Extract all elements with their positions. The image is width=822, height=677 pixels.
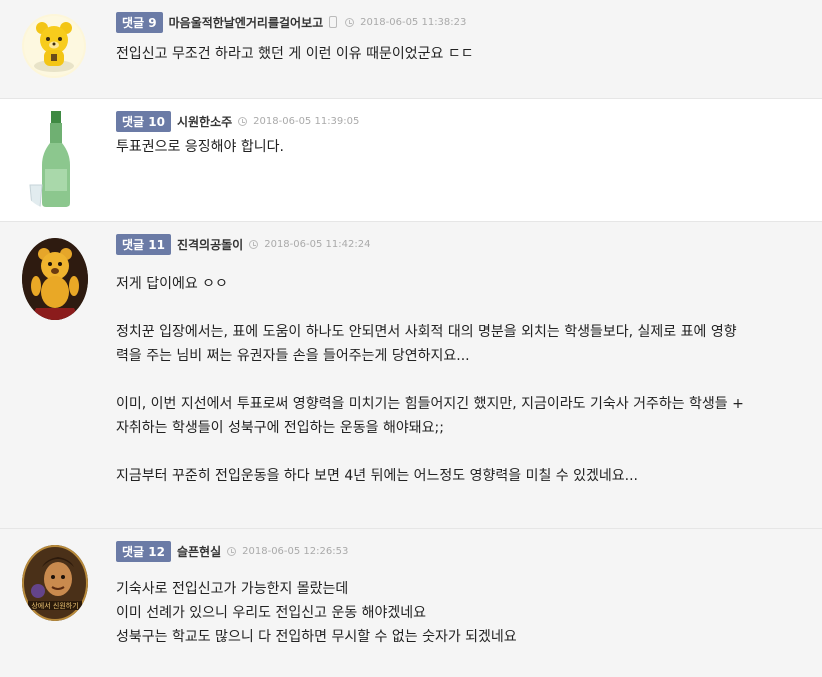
- comment-text: 저게 답이에요 ㅇㅇ: [116, 276, 228, 292]
- comment-number-badge: 댓글 11: [116, 233, 171, 255]
- comment-number-badge: 댓글 10: [116, 110, 171, 132]
- clock-icon: [238, 116, 248, 126]
- comment-body: 기숙사로 전입신고가 가능한지 몰랐는데 이미 선례가 있으니 우리도 전입신고…: [116, 577, 802, 649]
- author-name[interactable]: 시원한소주: [177, 113, 232, 130]
- comment-text: 지금부터 꾸준히 전입운동을 하다 보면 4년 뒤에는 어느정도 영향력을 미칠…: [116, 468, 639, 484]
- comment-text: 이미 선례가 있으니 우리도 전입신고 운동 해야겠네요: [116, 605, 427, 621]
- bear-figure-avatar[interactable]: [22, 238, 88, 320]
- comment-item: 댓글 11 진격의공돌이 2018-06-05 11:42:24 저게 답이에요…: [0, 222, 822, 529]
- author-name[interactable]: 슬픈현실: [177, 543, 221, 560]
- comment-text: 기숙사로 전입신고가 가능한지 몰랐는데: [116, 581, 349, 597]
- comment-timestamp: 2018-06-05 11:39:05: [253, 115, 360, 127]
- comment-body: 저게 답이에요 ㅇㅇ 정치꾼 입장에서는, 표에 도움이 하나도 안되면서 사회…: [116, 272, 802, 488]
- comment-number-badge: 댓글 9: [116, 11, 163, 33]
- comment-item: 상에서 신원하기 댓글 12 슬픈현실 2018-06-05 12:26:53 …: [0, 529, 822, 677]
- comment-meta: 댓글 12 슬픈현실 2018-06-05 12:26:53: [116, 540, 349, 562]
- comment-item: 댓글 9 마음울적한날엔거리를걸어보고 2018-06-05 11:38:23 …: [0, 0, 822, 99]
- comment-item: 댓글 10 시원한소주 2018-06-05 11:39:05 투표권으로 응징…: [0, 99, 822, 222]
- comment-timestamp: 2018-06-05 12:26:53: [242, 545, 349, 557]
- mobile-icon: [329, 16, 338, 28]
- comment-meta: 댓글 9 마음울적한날엔거리를걸어보고 2018-06-05 11:38:23: [116, 11, 467, 33]
- clock-icon: [345, 17, 355, 27]
- comment-timestamp: 2018-06-05 11:42:24: [264, 238, 371, 250]
- comment-number-badge: 댓글 12: [116, 540, 171, 562]
- comment-body: 전입신고 무조건 하라고 했던 게 이런 이유 때문이었군요 ㄷㄷ: [116, 42, 802, 66]
- comment-text: 성북구는 학교도 많으니 다 전입하면 무시할 수 없는 숫자가 되겠네요: [116, 629, 517, 645]
- comment-meta: 댓글 10 시원한소주 2018-06-05 11:39:05: [116, 110, 360, 132]
- portrait-avatar[interactable]: 상에서 신원하기: [22, 545, 88, 621]
- clock-icon: [227, 546, 237, 556]
- author-name[interactable]: 진격의공돌이: [177, 236, 243, 253]
- author-name[interactable]: 마음울적한날엔거리를걸어보고: [169, 14, 324, 31]
- comment-text: 력을 주는 님비 쩌는 유권자들 손을 들어주는게 당연하지요...: [116, 348, 470, 364]
- comment-text: 전입신고 무조건 하라고 했던 게 이런 이유 때문이었군요 ㄷㄷ: [116, 46, 474, 62]
- comment-body: 투표권으로 응징해야 합니다.: [116, 135, 802, 159]
- comment-timestamp: 2018-06-05 11:38:23: [360, 16, 467, 28]
- avatar-caption: 상에서 신원하기: [31, 602, 79, 610]
- comment-text: 정치꾼 입장에서는, 표에 도움이 하나도 안되면서 사회적 대의 명분을 외치…: [116, 324, 737, 340]
- clock-icon: [249, 239, 259, 249]
- comment-text: 이미, 이번 지선에서 투표로써 영향력을 미치기는 힘들어지긴 했지만, 지금…: [116, 396, 744, 412]
- comment-meta: 댓글 11 진격의공돌이 2018-06-05 11:42:24: [116, 233, 371, 255]
- soju-bottle-avatar[interactable]: [22, 109, 86, 209]
- comment-text: 자취하는 학생들이 성북구에 전입하는 운동을 해야돼요;;: [116, 420, 444, 436]
- bear-avatar[interactable]: [22, 14, 86, 78]
- comment-text: 투표권으로 응징해야 합니다.: [116, 139, 284, 155]
